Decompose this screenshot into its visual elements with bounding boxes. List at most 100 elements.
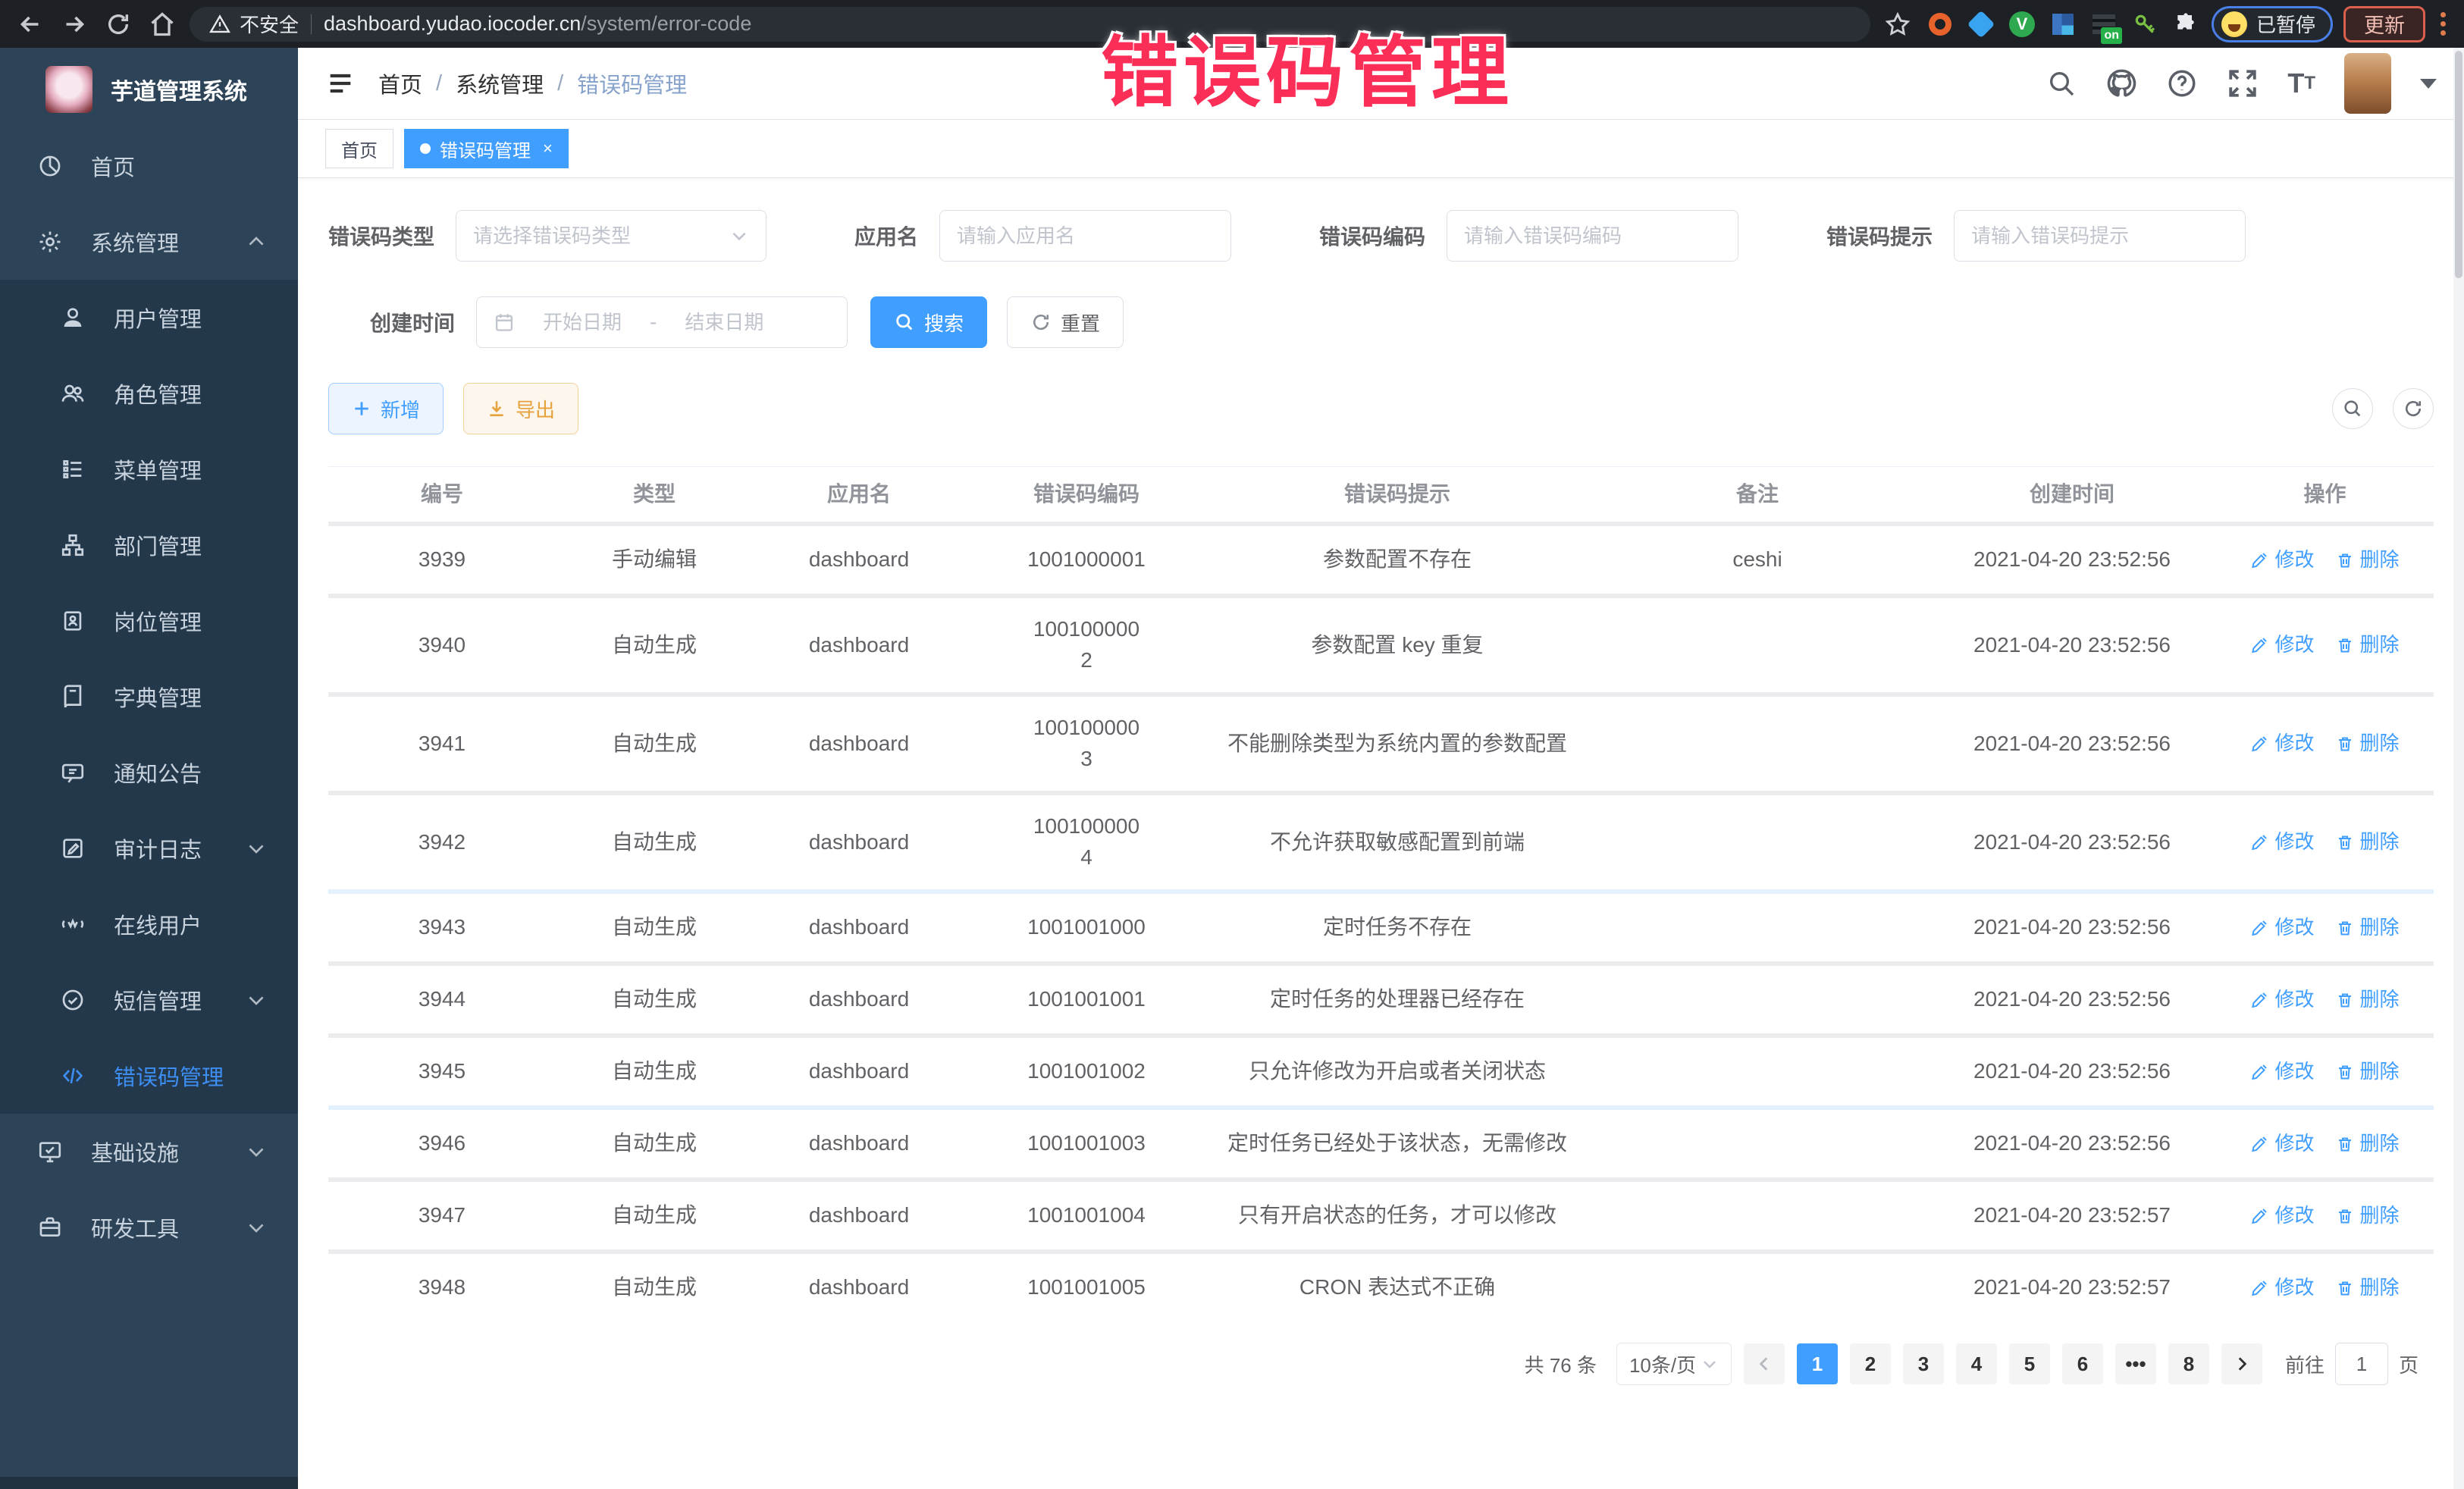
page-button-4[interactable]: 4 bbox=[1956, 1343, 1997, 1384]
delete-link[interactable]: 删除 bbox=[2336, 631, 2400, 660]
breadcrumb-separator: / bbox=[557, 71, 563, 96]
edit-link[interactable]: 修改 bbox=[2250, 828, 2314, 857]
edit-link[interactable]: 修改 bbox=[2250, 1130, 2314, 1158]
edit-link[interactable]: 修改 bbox=[2250, 1058, 2314, 1086]
browser-reload-icon[interactable] bbox=[102, 8, 135, 41]
browser-back-icon[interactable] bbox=[14, 8, 47, 41]
edit-link[interactable]: 修改 bbox=[2250, 1274, 2314, 1302]
sidebar-item-短信管理[interactable]: 短信管理 bbox=[0, 962, 298, 1038]
delete-link[interactable]: 删除 bbox=[2336, 1058, 2400, 1086]
sidebar-item-审计日志[interactable]: 审计日志 bbox=[0, 810, 298, 886]
sidebar-item-通知公告[interactable]: 通知公告 bbox=[0, 735, 298, 810]
user-avatar[interactable] bbox=[2344, 53, 2391, 114]
extension-gem-icon[interactable] bbox=[1966, 9, 1996, 39]
github-icon[interactable] bbox=[2105, 67, 2137, 99]
next-page-button[interactable] bbox=[2221, 1343, 2262, 1384]
delete-link[interactable]: 删除 bbox=[2336, 1274, 2400, 1302]
sidebar-item-用户管理[interactable]: 用户管理 bbox=[0, 280, 298, 356]
browser-update-button[interactable]: 更新 bbox=[2343, 6, 2425, 42]
app-name-input[interactable] bbox=[957, 224, 1214, 248]
sidebar-item-研发工具[interactable]: 研发工具 bbox=[0, 1190, 298, 1265]
extension-tampermonkey-icon[interactable]: on bbox=[2089, 9, 2119, 39]
goto-page-input[interactable] bbox=[2335, 1343, 2388, 1385]
error-code-field[interactable] bbox=[1447, 210, 1738, 262]
browser-home-icon[interactable] bbox=[146, 8, 179, 41]
page-button-5[interactable]: 5 bbox=[2009, 1343, 2050, 1384]
prev-page-button[interactable] bbox=[1744, 1343, 1785, 1384]
page-scrollbar[interactable] bbox=[2453, 48, 2464, 1489]
reset-button[interactable]: 重置 bbox=[1007, 296, 1124, 348]
extensions-puzzle-icon[interactable] bbox=[2171, 9, 2201, 39]
sidebar-item-首页[interactable]: 首页 bbox=[0, 128, 298, 204]
site-security-indicator[interactable]: 不安全 bbox=[209, 10, 299, 38]
bookmark-star-icon[interactable] bbox=[1881, 8, 1914, 41]
sidebar-item-部门管理[interactable]: 部门管理 bbox=[0, 507, 298, 583]
browser-forward-icon[interactable] bbox=[58, 8, 91, 41]
extension-key-icon[interactable] bbox=[2130, 9, 2160, 39]
add-button[interactable]: 新增 bbox=[328, 383, 444, 434]
hamburger-icon[interactable] bbox=[325, 68, 356, 99]
edit-link[interactable]: 修改 bbox=[2250, 631, 2314, 660]
start-date-input[interactable] bbox=[525, 311, 639, 334]
sidebar-item-字典管理[interactable]: 字典管理 bbox=[0, 659, 298, 735]
error-hint-field[interactable] bbox=[1954, 210, 2246, 262]
edit-link[interactable]: 修改 bbox=[2250, 1202, 2314, 1230]
export-button[interactable]: 导出 bbox=[463, 383, 578, 434]
delete-link[interactable]: 删除 bbox=[2336, 1130, 2400, 1158]
date-range-picker[interactable]: - bbox=[476, 296, 848, 348]
delete-link[interactable]: 删除 bbox=[2336, 986, 2400, 1014]
search-icon[interactable] bbox=[2046, 68, 2077, 99]
page-button-•••[interactable]: ••• bbox=[2115, 1343, 2156, 1384]
app-logo[interactable]: 芋道管理系统 bbox=[0, 48, 298, 128]
sidebar-item-基础设施[interactable]: 基础设施 bbox=[0, 1114, 298, 1190]
scrollbar-thumb[interactable] bbox=[2455, 51, 2462, 278]
app-name-field[interactable] bbox=[939, 210, 1231, 262]
breadcrumb-item[interactable]: 系统管理 bbox=[456, 67, 544, 99]
error-code-input[interactable] bbox=[1464, 224, 1721, 248]
table-row-3946: 3946自动生成dashboard1001001003定时任务已经处于该状态，无… bbox=[328, 1105, 2434, 1177]
tag-首页[interactable]: 首页 bbox=[325, 129, 393, 168]
user-menu-caret-icon[interactable] bbox=[2420, 79, 2437, 89]
delete-link[interactable]: 删除 bbox=[2336, 828, 2400, 857]
page-button-3[interactable]: 3 bbox=[1903, 1343, 1944, 1384]
address-bar[interactable]: 不安全 dashboard.yudao.iocoder.cn/system/er… bbox=[190, 7, 1870, 42]
page-button-1[interactable]: 1 bbox=[1797, 1343, 1838, 1384]
refresh-table-button[interactable] bbox=[2393, 388, 2434, 429]
delete-link[interactable]: 删除 bbox=[2336, 546, 2400, 575]
tag-错误码管理[interactable]: 错误码管理× bbox=[404, 129, 569, 168]
error-type-select[interactable] bbox=[456, 210, 766, 262]
edit-link[interactable]: 修改 bbox=[2250, 986, 2314, 1014]
delete-link[interactable]: 删除 bbox=[2336, 914, 2400, 942]
sidebar-item-错误码管理[interactable]: 错误码管理 bbox=[0, 1038, 298, 1114]
error-hint-input[interactable] bbox=[1971, 224, 2228, 248]
edit-link[interactable]: 修改 bbox=[2250, 729, 2314, 758]
sidebar-collapse-bar[interactable] bbox=[0, 1477, 298, 1489]
delete-link[interactable]: 删除 bbox=[2336, 729, 2400, 758]
sidebar-item-角色管理[interactable]: 角色管理 bbox=[0, 356, 298, 431]
sidebar-item-岗位管理[interactable]: 岗位管理 bbox=[0, 583, 298, 659]
delete-link[interactable]: 删除 bbox=[2336, 1202, 2400, 1230]
profile-paused-badge[interactable]: 已暂停 bbox=[2212, 6, 2333, 42]
sidebar-item-在线用户[interactable]: 在线用户 bbox=[0, 886, 298, 962]
error-type-select-input[interactable] bbox=[473, 224, 729, 248]
extension-grid-icon[interactable] bbox=[2048, 9, 2078, 39]
edit-link[interactable]: 修改 bbox=[2250, 546, 2314, 575]
help-icon[interactable] bbox=[2166, 67, 2198, 99]
close-tag-icon[interactable]: × bbox=[543, 139, 553, 158]
extension-orange-icon[interactable] bbox=[1925, 9, 1955, 39]
toggle-search-button[interactable] bbox=[2332, 388, 2373, 429]
extension-green-icon[interactable]: V bbox=[2007, 9, 2037, 39]
font-size-icon[interactable]: TT bbox=[2287, 67, 2315, 99]
fullscreen-icon[interactable] bbox=[2227, 67, 2259, 99]
browser-menu-icon[interactable] bbox=[2436, 12, 2450, 36]
page-button-2[interactable]: 2 bbox=[1850, 1343, 1891, 1384]
page-button-6[interactable]: 6 bbox=[2062, 1343, 2103, 1384]
page-size-select[interactable]: 10条/页 bbox=[1616, 1343, 1732, 1385]
search-button[interactable]: 搜索 bbox=[870, 296, 987, 348]
end-date-input[interactable] bbox=[667, 311, 781, 334]
sidebar-item-菜单管理[interactable]: 菜单管理 bbox=[0, 431, 298, 507]
page-button-8[interactable]: 8 bbox=[2168, 1343, 2209, 1384]
sidebar-item-系统管理[interactable]: 系统管理 bbox=[0, 204, 298, 280]
breadcrumb-item[interactable]: 首页 bbox=[378, 67, 422, 99]
edit-link[interactable]: 修改 bbox=[2250, 914, 2314, 942]
